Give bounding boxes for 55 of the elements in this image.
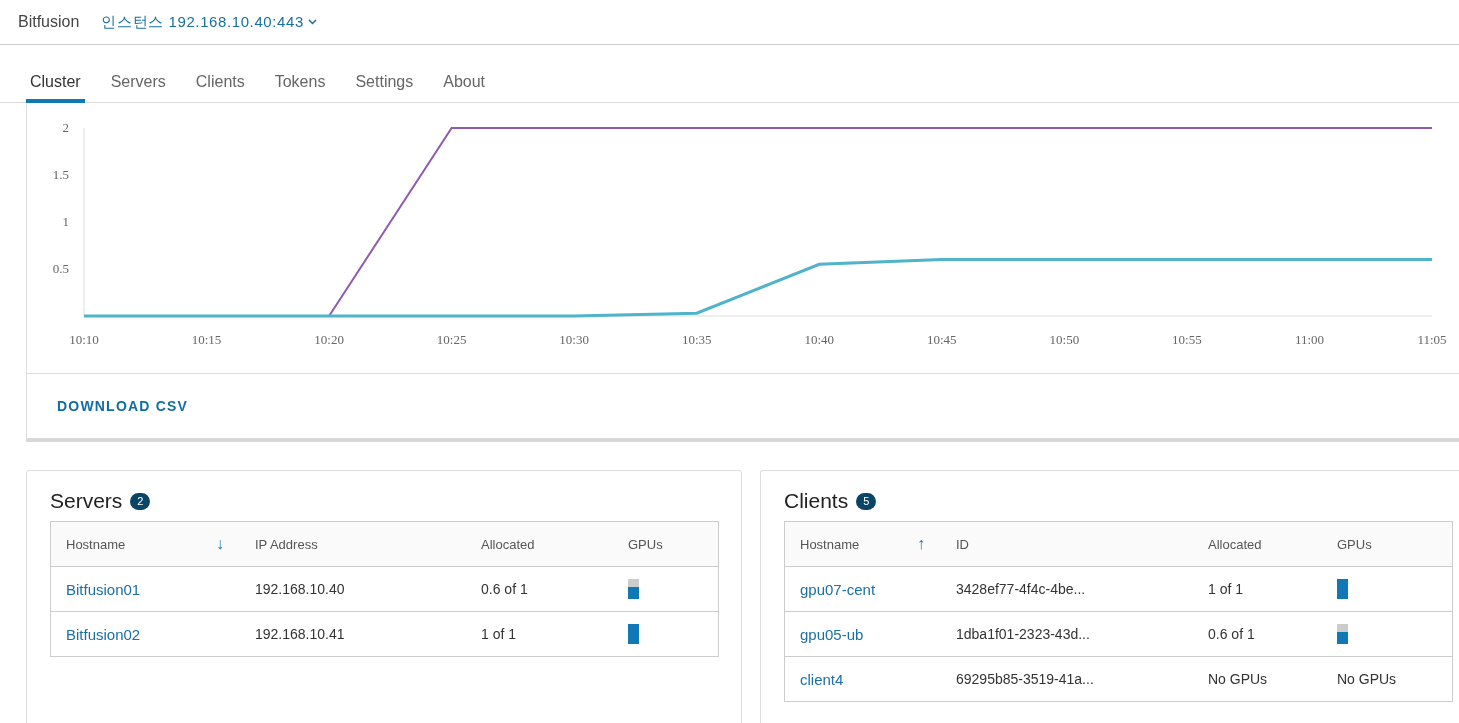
hostname-link[interactable]: gpu05-ub: [800, 625, 864, 643]
column-header[interactable]: Hostname: [800, 536, 860, 552]
column-header[interactable]: ID: [956, 536, 969, 552]
x-axis-label: 11:05: [1417, 332, 1447, 347]
panel-title: Clients: [784, 489, 849, 513]
table-cell: 0.6 of 1: [481, 581, 528, 597]
nav-tab[interactable]: About: [439, 69, 490, 103]
table-cell: No GPUs: [1208, 671, 1268, 687]
x-axis-label: 11:00: [1294, 332, 1324, 347]
y-axis-label: 2: [62, 120, 69, 135]
x-axis-label: 10:55: [1172, 332, 1202, 347]
table-cell: No GPUs: [1337, 671, 1397, 687]
x-axis-label: 10:45: [927, 332, 957, 347]
column-header[interactable]: IP Address: [255, 536, 318, 552]
hostname-link[interactable]: Bitfusion01: [66, 580, 141, 598]
sort-arrow-icon[interactable]: ↓: [216, 535, 224, 553]
column-header[interactable]: GPUs: [628, 536, 663, 552]
x-axis-label: 10:10: [69, 332, 99, 347]
x-axis-label: 10:40: [804, 332, 835, 347]
nav-tab[interactable]: Servers: [106, 69, 170, 103]
table-cell: 0.6 of 1: [1208, 626, 1255, 642]
download-csv-button[interactable]: DOWNLOAD CSV: [57, 398, 189, 414]
column-header[interactable]: Allocated: [1208, 536, 1262, 552]
x-axis-label: 10:35: [681, 332, 712, 347]
table-cell: 1 of 1: [1208, 581, 1244, 597]
panel-title: Servers: [50, 489, 123, 513]
table-cell: 1dba1f01-2323-43d...: [956, 626, 1090, 642]
y-axis-label: 1.5: [52, 167, 69, 182]
nav-tab[interactable]: Tokens: [270, 69, 330, 103]
x-axis-label: 10:25: [436, 332, 467, 347]
nav-tab[interactable]: Settings: [351, 69, 418, 103]
table-cell: 192.168.10.41: [255, 626, 345, 642]
count-badge: 5: [856, 492, 877, 510]
column-header[interactable]: GPUs: [1337, 536, 1372, 552]
x-axis-label: 10:20: [314, 332, 344, 347]
hostname-link[interactable]: Bitfusion02: [66, 625, 141, 643]
x-axis-label: 10:30: [559, 332, 589, 347]
x-axis-label: 10:50: [1049, 332, 1080, 347]
table-cell: 1 of 1: [481, 626, 517, 642]
app-title: Bitfusion: [18, 13, 80, 31]
table-cell: 192.168.10.40: [255, 581, 345, 597]
nav-tab[interactable]: Clients: [191, 69, 249, 103]
instance-dropdown[interactable]: 인스턴스 192.168.10.40:443: [101, 12, 317, 32]
hostname-link[interactable]: gpu07-cent: [800, 580, 876, 598]
sort-arrow-icon[interactable]: ↑: [917, 535, 925, 553]
column-header[interactable]: Allocated: [481, 536, 535, 552]
column-header[interactable]: Hostname: [66, 536, 126, 552]
count-badge: 2: [130, 492, 151, 510]
table-cell: 3428ef77-4f4c-4be...: [956, 581, 1086, 597]
table-cell: 69295b85-3519-41a...: [956, 671, 1094, 687]
x-axis-label: 10:15: [191, 332, 222, 347]
y-axis-label: 1: [62, 214, 69, 229]
chevron-down-icon: [307, 19, 317, 25]
y-axis-label: 0.5: [52, 261, 69, 276]
hostname-link[interactable]: client4: [800, 670, 844, 688]
